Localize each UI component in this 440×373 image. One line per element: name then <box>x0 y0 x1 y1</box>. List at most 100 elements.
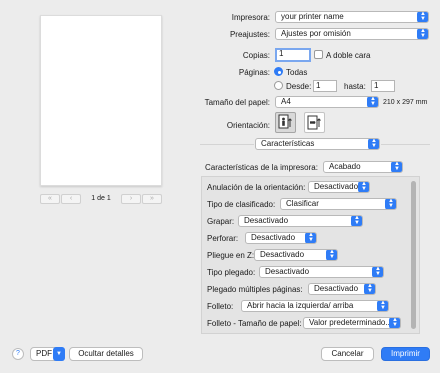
orientation-override-select[interactable]: Desactivado ▲ ▼ <box>308 181 370 193</box>
hide-details-button[interactable]: Ocultar detalles <box>69 347 143 361</box>
pages-from-label: Desde: <box>286 82 312 91</box>
chevron-updown-icon: ▲ ▼ <box>305 233 316 243</box>
feature-value: Clasificar <box>286 199 319 208</box>
orientation-label: Orientación: <box>226 121 270 130</box>
pages-all-radio[interactable] <box>274 67 283 76</box>
z-fold-select[interactable]: Desactivado ▲ ▼ <box>254 249 338 261</box>
booklet-paper-size-select[interactable]: Valor predeterminado... ▲ ▼ <box>303 317 401 329</box>
portrait-button[interactable] <box>275 112 296 133</box>
paper-size-select[interactable]: A4 ▲ ▼ <box>275 96 379 108</box>
feature-value: Valor predeterminado... <box>309 318 393 327</box>
section-divider-left <box>200 144 254 145</box>
pages-label: Páginas: <box>238 68 270 77</box>
feature-label: Folleto - Tamaño de papel: <box>207 319 302 328</box>
chevron-updown-icon: ▲ ▼ <box>364 284 375 294</box>
paper-size-label: Tamaño del papel: <box>204 98 270 107</box>
features-panel: Anulación de la orientación: Desactivado… <box>201 176 420 334</box>
paper-size-dims: 210 x 297 mm <box>383 99 428 106</box>
next-page-button[interactable]: › <box>121 194 141 204</box>
feature-label: Perforar: <box>207 234 239 243</box>
chevron-updown-icon: ▲ ▼ <box>389 318 400 328</box>
copies-label: Copias: <box>242 51 270 60</box>
feature-row-booklet: Folleto: Abrir hacia la izquierda/ arrib… <box>202 298 412 315</box>
pdf-menu-button[interactable]: PDF ▼ <box>30 347 65 361</box>
fold-type-select[interactable]: Desactivado ▲ ▼ <box>259 266 384 278</box>
feature-value: Desactivado <box>314 182 359 191</box>
feature-row-z-fold: Pliegue en Z: Desactivado ▲ ▼ <box>202 247 412 264</box>
feature-value: Desactivado <box>265 267 310 276</box>
chevron-updown-icon: ▲ ▼ <box>391 162 402 172</box>
pdf-label: PDF <box>36 349 52 358</box>
feature-row-fold-type: Tipo plegado: Desactivado ▲ ▼ <box>202 264 412 281</box>
landscape-orientation-icon <box>307 115 321 130</box>
feature-row-punch: Perforar: Desactivado ▲ ▼ <box>202 230 412 247</box>
pages-to-field[interactable]: 1 <box>371 80 395 92</box>
chevron-updown-icon: ▲ ▼ <box>351 216 362 226</box>
multi-page-fold-select[interactable]: Desactivado ▲ ▼ <box>308 283 376 295</box>
presets-label: Preajustes: <box>229 30 270 39</box>
chevron-updown-icon: ▲ ▼ <box>367 97 378 107</box>
pages-to-label: hasta: <box>344 82 366 91</box>
printer-features-value: Acabado <box>329 162 361 171</box>
section-divider-right <box>381 144 430 145</box>
preview-page <box>40 15 162 186</box>
punch-select[interactable]: Desactivado ▲ ▼ <box>245 232 317 244</box>
printer-features-select[interactable]: Acabado ▲ ▼ <box>323 161 403 173</box>
help-icon: ? <box>16 350 20 357</box>
presets-value: Ajustes por omisión <box>281 29 351 38</box>
prev-page-button[interactable]: ‹ <box>61 194 81 204</box>
features-scrollbar[interactable] <box>411 181 416 329</box>
cancel-button[interactable]: Cancelar <box>321 347 374 361</box>
chevron-updown-icon: ▲ ▼ <box>368 139 379 149</box>
feature-label: Tipo de clasificado: <box>207 200 276 209</box>
chevron-updown-icon: ▲ ▼ <box>326 250 337 260</box>
chevron-updown-icon: ▲ ▼ <box>372 267 383 277</box>
pages-all-label: Todas <box>286 68 308 77</box>
printer-select[interactable]: your printer name ▲ ▼ <box>275 11 429 23</box>
chevron-updown-icon: ▲ ▼ <box>417 29 428 39</box>
duplex-checkbox[interactable] <box>314 50 323 59</box>
pages-range-radio[interactable] <box>274 81 283 90</box>
double-chevron-right-icon: » <box>150 195 154 202</box>
chevron-right-icon: › <box>129 195 133 202</box>
printer-value: your printer name <box>281 12 344 21</box>
print-button[interactable]: Imprimir <box>381 347 430 361</box>
last-page-button[interactable]: » <box>142 194 162 204</box>
staple-select[interactable]: Desactivado ▲ ▼ <box>238 215 363 227</box>
copies-field[interactable]: 1 <box>275 48 311 62</box>
chevron-updown-icon: ▲ ▼ <box>417 12 428 22</box>
booklet-select[interactable]: Abrir hacia la izquierda/ arriba ▲ ▼ <box>241 300 389 312</box>
chevron-left-icon: ‹ <box>69 195 73 202</box>
paper-size-value: A4 <box>281 97 291 106</box>
chevron-updown-icon: ▲ ▼ <box>358 182 369 192</box>
feature-value: Abrir hacia la izquierda/ arriba <box>247 301 354 310</box>
feature-value: Desactivado <box>260 250 305 259</box>
duplex-label: A doble cara <box>326 51 371 60</box>
landscape-button[interactable] <box>304 112 325 133</box>
first-page-button[interactable]: « <box>40 194 60 204</box>
feature-row-multi-page-fold: Plegado múltiples páginas: Desactivado ▲… <box>202 281 412 298</box>
chevron-updown-icon: ▲ ▼ <box>377 301 388 311</box>
feature-row-booklet-paper-size: Folleto - Tamaño de papel: Valor predete… <box>202 315 412 332</box>
section-select[interactable]: Características ▲ ▼ <box>255 138 380 150</box>
portrait-orientation-icon <box>278 114 292 129</box>
presets-select[interactable]: Ajustes por omisión ▲ ▼ <box>275 28 429 40</box>
sort-type-select[interactable]: Clasificar ▲ ▼ <box>280 198 397 210</box>
feature-value: Desactivado <box>244 216 289 225</box>
page-navigator: « ‹ 1 de 1 › » <box>40 194 162 206</box>
section-value: Características <box>261 139 315 148</box>
feature-label: Plegado múltiples páginas: <box>207 285 303 294</box>
feature-row-sort-type: Tipo de clasificado: Clasificar ▲ ▼ <box>202 196 412 213</box>
feature-row-staple: Grapar: Desactivado ▲ ▼ <box>202 213 412 230</box>
feature-label: Pliegue en Z: <box>207 251 255 260</box>
printer-label: Impresora: <box>231 13 270 22</box>
pages-from-field[interactable]: 1 <box>313 80 337 92</box>
feature-label: Anulación de la orientación: <box>207 183 306 192</box>
printer-features-label: Características de la impresora: <box>205 163 318 172</box>
help-button[interactable]: ? <box>12 348 24 360</box>
feature-value: Desactivado <box>251 233 296 242</box>
chevron-updown-icon: ▲ ▼ <box>385 199 396 209</box>
feature-label: Grapar: <box>207 217 235 226</box>
feature-value: Desactivado <box>314 284 359 293</box>
feature-label: Folleto: <box>207 302 234 311</box>
